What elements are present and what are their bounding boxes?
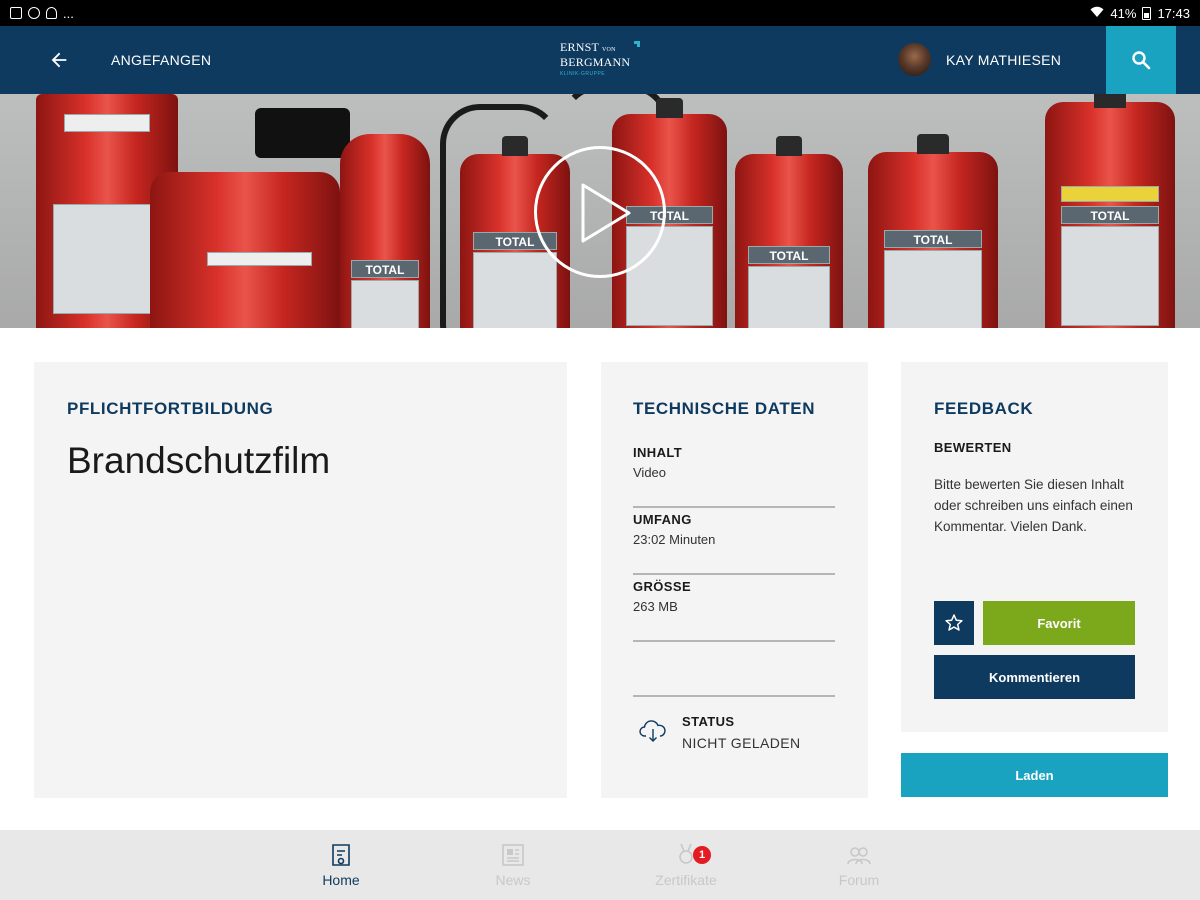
tech-item-key: INHALT	[633, 445, 683, 460]
app-notification-icon	[28, 7, 40, 19]
feedback-description: Bitte bewerten Sie diesen Inhalt oder sc…	[934, 477, 1133, 534]
status-bar-right: 41% 17:43	[1090, 6, 1190, 21]
favorite-button[interactable]: Favorit	[983, 601, 1135, 645]
progress-status-label: ANGEFANGEN	[111, 52, 212, 68]
search-button[interactable]	[1106, 26, 1176, 94]
forum-icon	[846, 842, 872, 868]
extinguisher-image: TOTAL	[340, 134, 430, 328]
divider	[633, 695, 835, 697]
status-bar-left: ...	[10, 6, 74, 21]
category-label: PFLICHTFORTBILDUNG	[67, 399, 274, 418]
tech-item-key: GRÖSSE	[633, 579, 692, 594]
nav-item-forum[interactable]: Forum	[814, 842, 904, 888]
extinguisher-label: TOTAL	[883, 230, 983, 248]
system-status-bar: ... 41% 17:43	[0, 0, 1200, 26]
play-icon	[581, 183, 631, 243]
back-arrow-icon[interactable]	[48, 46, 72, 74]
user-avatar[interactable]	[898, 43, 931, 76]
rate-star-button[interactable]	[934, 601, 974, 645]
tech-item-duration: UMFANG 23:02 Minuten	[633, 510, 835, 575]
tech-item-size: GRÖSSE 263 MB	[633, 577, 835, 642]
play-button[interactable]	[534, 146, 666, 278]
wifi-icon	[1090, 6, 1104, 21]
download-button[interactable]: Laden	[901, 753, 1168, 797]
nav-label: Zertifikate	[655, 872, 717, 888]
feedback-heading: FEEDBACK	[934, 399, 1034, 418]
nav-label: News	[495, 872, 531, 888]
tech-item-content: INHALT Video	[633, 443, 835, 508]
nav-item-home[interactable]: Home	[296, 842, 386, 888]
logo-line3: KLINIK-GRUPPE	[560, 71, 606, 77]
tech-item-value: 23:02 Minuten	[633, 532, 716, 547]
user-name[interactable]: KAY MATHIESEN	[946, 52, 1061, 68]
logo-mark-icon	[634, 41, 640, 47]
ernst-von-bergmann-logo[interactable]: ERNST VON BERGMANN KLINIK-GRUPPE	[560, 41, 642, 81]
tech-item-value: Video	[633, 465, 667, 480]
technical-data-heading: TECHNISCHE DATEN	[633, 399, 816, 418]
technical-data-card: TECHNISCHE DATEN INHALT Video UMFANG 23:…	[601, 362, 868, 798]
logo-line1-small: VON	[602, 47, 616, 53]
extinguisher-image: TOTAL	[735, 136, 843, 328]
extinguisher-label: TOTAL	[1060, 206, 1160, 224]
extinguisher-image	[150, 172, 340, 328]
star-icon	[945, 614, 963, 631]
comment-button[interactable]: Kommentieren	[934, 655, 1135, 699]
logo-line1: ERNST	[560, 40, 599, 54]
content-title: Brandschutzfilm	[67, 440, 331, 481]
extinguisher-label: TOTAL	[350, 260, 420, 278]
extinguisher-image: TOTAL	[1045, 94, 1175, 328]
extinguisher-image: TOTAL	[868, 134, 998, 328]
search-icon	[1132, 51, 1151, 70]
tech-item-value: 263 MB	[633, 599, 678, 614]
cloud-download-icon	[639, 719, 667, 743]
rate-subheading: BEWERTEN	[934, 440, 1012, 455]
key-notification-icon	[46, 7, 57, 19]
battery-icon	[1142, 6, 1152, 20]
feedback-card: FEEDBACK BEWERTEN Bitte bewerten Sie die…	[901, 362, 1168, 732]
nav-label: Forum	[838, 872, 880, 888]
status-key: STATUS	[682, 714, 735, 729]
more-notifications: ...	[63, 5, 74, 21]
notification-badge: 1	[693, 846, 711, 864]
nav-item-certificates[interactable]: 1 Zertifikate	[641, 842, 731, 888]
battery-percent: 41%	[1110, 5, 1137, 21]
nav-item-news[interactable]: News	[468, 842, 558, 888]
tech-item-key: UMFANG	[633, 512, 692, 527]
image-notification-icon	[10, 7, 22, 19]
video-thumbnail[interactable]: TOTAL TOTAL TOTAL TOTAL TOTAL TOTAL	[0, 94, 1200, 328]
nav-label: Home	[322, 872, 360, 888]
news-icon	[500, 842, 526, 868]
logo-line2: BERGMANN	[560, 55, 631, 69]
home-icon	[328, 842, 354, 868]
nozzle-decoration	[255, 108, 350, 158]
clock: 17:43	[1157, 5, 1190, 21]
extinguisher-label: TOTAL	[747, 246, 831, 264]
content-info-card: PFLICHTFORTBILDUNG Brandschutzfilm	[34, 362, 567, 798]
app-header: ANGEFANGEN ERNST VON BERGMANN KLINIK-GRU…	[0, 26, 1200, 94]
status-value: NICHT GELADEN	[682, 735, 801, 751]
bottom-navigation: Home News 1 Zertifikate Forum	[0, 830, 1200, 900]
